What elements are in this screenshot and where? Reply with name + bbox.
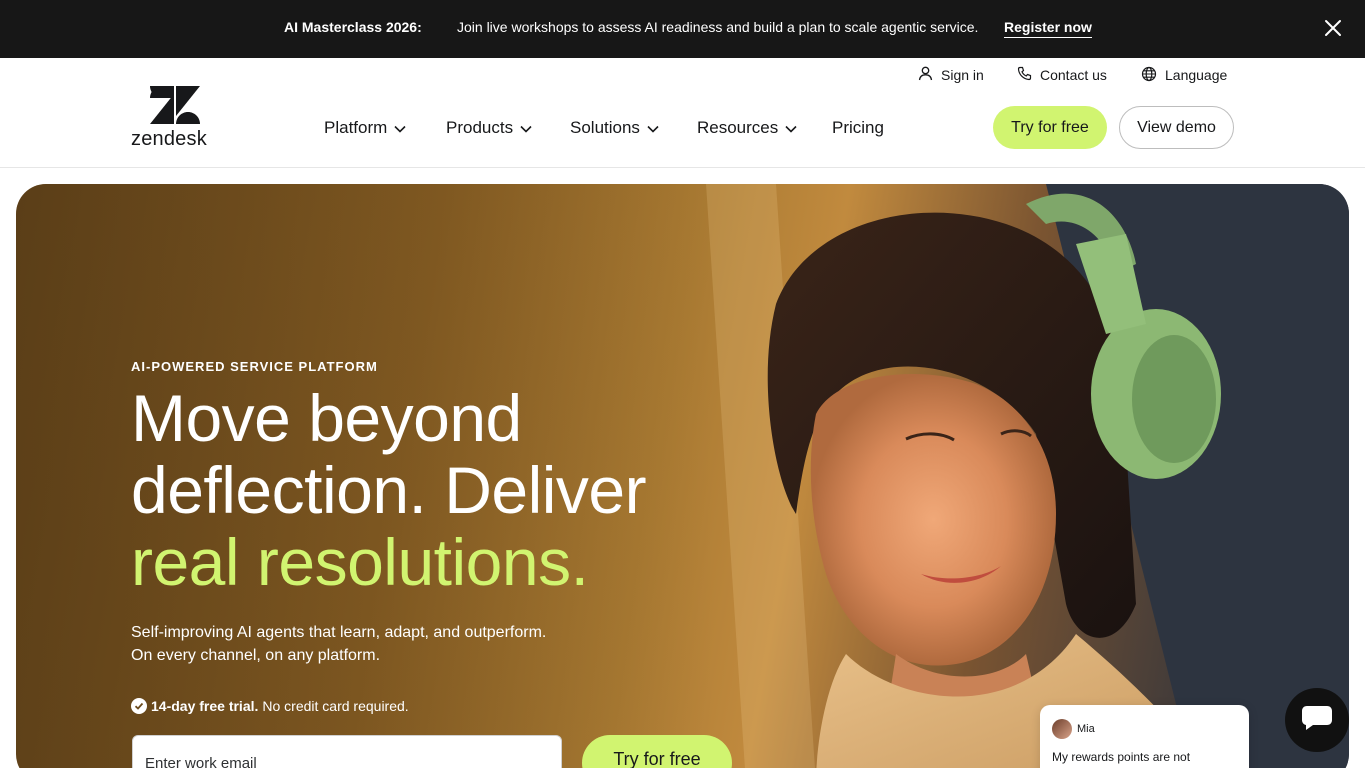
site-header: Sign in Contact us Language zendesk Plat… (0, 58, 1365, 168)
user-icon (918, 66, 941, 84)
headline-line-1: Move beyond (131, 381, 522, 455)
nav-products-label: Products (446, 118, 514, 137)
language-label: Language (1165, 67, 1228, 83)
chevron-down-icon (778, 118, 797, 138)
announcement-title: AI Masterclass 2026: (284, 19, 422, 35)
chat-launcher-button[interactable] (1285, 688, 1349, 752)
subcopy-line-2: On every channel, on any platform. (131, 647, 381, 664)
nav-pricing-label: Pricing (832, 118, 884, 137)
headline-accent: real resolutions. (131, 525, 589, 599)
checkmark-icon (131, 698, 147, 714)
try-for-free-button[interactable]: Try for free (993, 106, 1107, 149)
chevron-down-icon (513, 118, 532, 138)
chat-bubble-icon (1301, 704, 1333, 737)
nav-pricing[interactable]: Pricing (832, 118, 884, 138)
contact-us-label: Contact us (1040, 67, 1107, 83)
nav-platform[interactable]: Platform (324, 118, 406, 138)
sign-in-label: Sign in (941, 67, 984, 83)
chat-message: My rewards points are not (1052, 750, 1191, 764)
hero-subcopy: Self-improving AI agents that learn, ada… (131, 621, 601, 667)
trial-note: 14-day free trial. No credit card requir… (131, 698, 409, 714)
hero-headline: Move beyond deflection. Deliver real res… (131, 382, 771, 598)
chevron-down-icon (640, 118, 659, 138)
headline-line-2: deflection. Deliver (131, 453, 647, 527)
language-selector[interactable]: Language (1141, 66, 1227, 84)
view-demo-button[interactable]: View demo (1119, 106, 1234, 149)
announcement-text: Join live workshops to assess AI readine… (457, 19, 979, 35)
register-now-link[interactable]: Register now (1004, 19, 1092, 38)
trial-bold: 14-day free trial. (151, 698, 259, 714)
chat-sender-name: Mia (1077, 723, 1095, 735)
globe-icon (1141, 66, 1165, 85)
contact-us-link[interactable]: Contact us (1017, 66, 1107, 84)
subcopy-line-1: Self-improving AI agents that learn, ada… (131, 624, 547, 641)
avatar (1052, 719, 1072, 739)
hero-section: AI-POWERED SERVICE PLATFORM Move beyond … (16, 184, 1349, 768)
trial-text: No credit card required. (262, 698, 409, 714)
nav-resources-label: Resources (697, 118, 779, 137)
nav-platform-label: Platform (324, 118, 388, 137)
sign-in-link[interactable]: Sign in (918, 66, 984, 84)
nav-products[interactable]: Products (446, 118, 532, 138)
nav-resources[interactable]: Resources (697, 118, 797, 138)
hero-try-for-free-button[interactable]: Try for free (582, 735, 732, 768)
phone-icon (1017, 66, 1040, 84)
announcement-bar: AI Masterclass 2026: Join live workshops… (0, 0, 1365, 58)
chat-preview-card: Mia My rewards points are not (1040, 705, 1249, 768)
close-icon[interactable] (1322, 17, 1344, 39)
chat-sender: Mia (1052, 719, 1237, 739)
work-email-input[interactable] (132, 735, 562, 768)
nav-solutions-label: Solutions (570, 118, 640, 137)
hero-eyebrow: AI-POWERED SERVICE PLATFORM (131, 359, 378, 374)
logo-wordmark: zendesk (131, 128, 207, 150)
nav-solutions[interactable]: Solutions (570, 118, 659, 138)
chevron-down-icon (387, 118, 406, 138)
